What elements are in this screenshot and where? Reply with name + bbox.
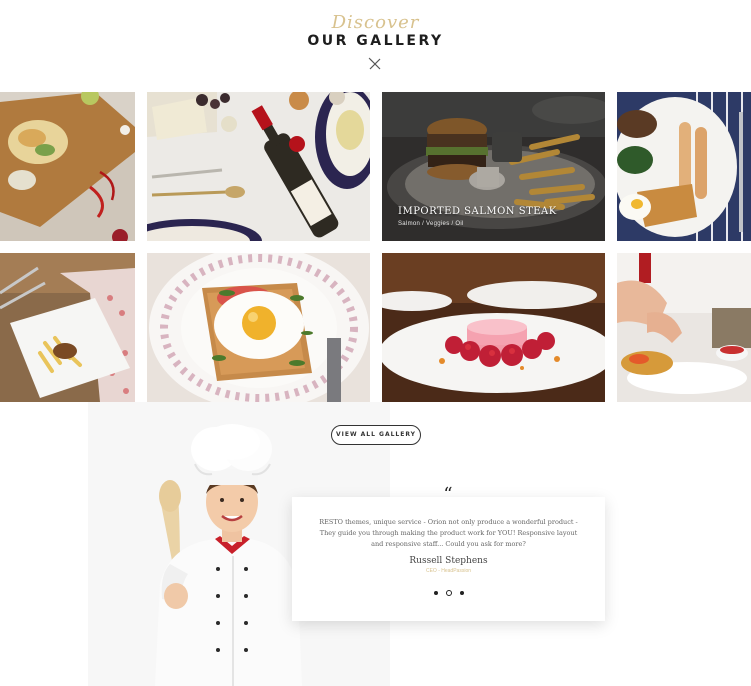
gallery-grid: IMPORTED SALMON STEAK Salmon / Veggies /…: [0, 92, 751, 402]
testimonial-pagination: [292, 590, 605, 596]
testimonial-text: RESTO themes, unique service - Orion not…: [319, 518, 578, 548]
slide-dot-2[interactable]: [445, 590, 452, 596]
gallery-item-burger-fries[interactable]: IMPORTED SALMON STEAK Salmon / Veggies /…: [382, 92, 605, 241]
gallery-caption-title: IMPORTED SALMON STEAK: [398, 206, 557, 217]
testimonial-author-role: CEO - HeadPassion: [425, 568, 472, 574]
gallery-item-pasta-board[interactable]: [0, 92, 135, 241]
gallery-item-penne-plate[interactable]: [0, 253, 135, 402]
fork-knife-icon: [368, 57, 381, 70]
slide-dot-3[interactable]: [459, 591, 464, 595]
gallery-caption: IMPORTED SALMON STEAK Salmon / Veggies /…: [398, 206, 557, 227]
testimonial-author-name: Russell Stephens: [409, 556, 488, 566]
gallery-item-wine-cheese[interactable]: [147, 92, 370, 241]
quote-icon: “: [443, 484, 453, 505]
gallery-header: Discover OUR GALLERY: [0, 12, 751, 49]
gallery-item-raspberry-dessert[interactable]: [382, 253, 605, 402]
testimonial-card: RESTO themes, unique service - Orion not…: [292, 497, 605, 621]
gallery-item-egg-toast[interactable]: [147, 253, 370, 402]
gallery-item-chef-plating[interactable]: [617, 253, 751, 402]
chef-photo: [155, 424, 302, 686]
section-title: OUR GALLERY: [307, 33, 444, 49]
slide-dot-1[interactable]: [433, 591, 438, 595]
gallery-caption-subtitle: Salmon / Veggies / Oil: [398, 221, 464, 227]
view-all-gallery-button[interactable]: VIEW ALL GALLERY: [331, 425, 421, 445]
gallery-item-sausage-breakfast[interactable]: [617, 92, 751, 241]
section-overline: Discover: [331, 12, 420, 33]
